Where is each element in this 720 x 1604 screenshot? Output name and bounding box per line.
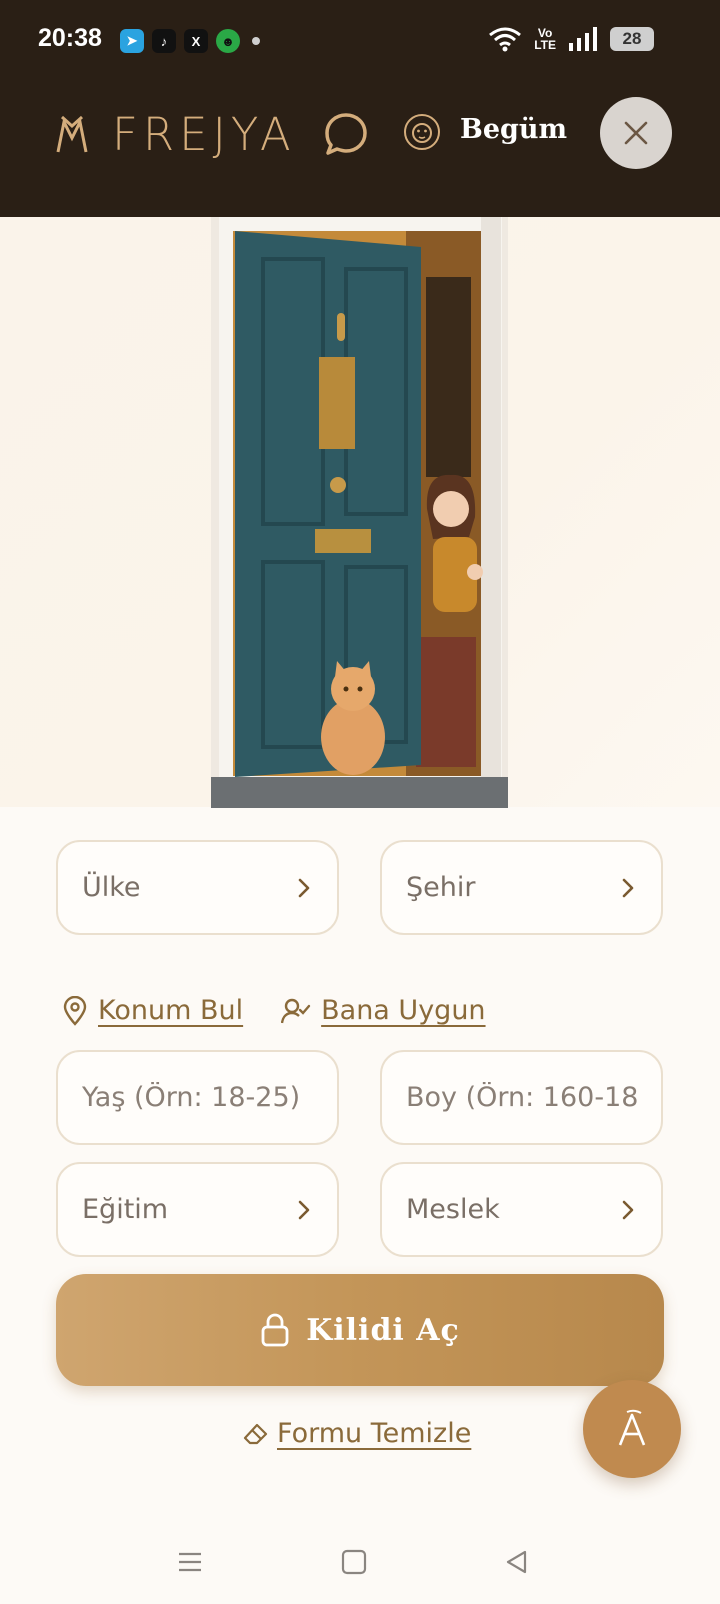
status-indicators: Vo LTE 28 <box>488 26 654 52</box>
nav-back-button[interactable] <box>497 1542 537 1582</box>
find-location-label: Konum Bul <box>98 995 244 1026</box>
suits-me-label: Bana Uygun <box>321 995 486 1026</box>
education-select-label: Eğitim <box>82 1194 169 1225</box>
status-time: 20:38 <box>38 24 102 52</box>
x-icon: X <box>184 29 208 53</box>
chevron-right-icon <box>298 878 310 897</box>
clear-form-link[interactable]: Formu Temizle <box>243 1418 471 1449</box>
back-triangle-icon <box>506 1550 527 1574</box>
user-check-icon <box>281 998 311 1023</box>
language-icon <box>618 1409 646 1446</box>
volte-indicator: Vo LTE <box>534 27 556 51</box>
volte-label-bottom: LTE <box>534 38 556 52</box>
status-app-icons: ➤ ♪ X ☻ <box>120 29 260 53</box>
location-pin-icon <box>63 995 87 1026</box>
brand-logo-icon <box>56 115 88 153</box>
country-select[interactable]: Ülke <box>56 840 339 935</box>
system-nav-bar <box>0 1520 720 1604</box>
country-select-label: Ülke <box>82 872 141 903</box>
hero-section <box>0 217 720 808</box>
user-name[interactable]: Begüm <box>460 114 567 145</box>
status-bar: 20:38 ➤ ♪ X ☻ Vo LTE 28 <box>0 0 720 84</box>
clear-form-label: Formu Temizle <box>277 1418 472 1449</box>
eraser-icon <box>243 1423 268 1444</box>
education-select[interactable]: Eğitim <box>56 1162 339 1257</box>
battery-indicator: 28 <box>610 27 654 51</box>
menu-icon <box>179 1552 201 1572</box>
lock-icon <box>261 1313 289 1347</box>
city-select[interactable]: Şehir <box>380 840 663 935</box>
unlock-button[interactable]: Kilidi Aç <box>56 1274 664 1386</box>
unlock-button-label: Kilidi Aç <box>306 1312 460 1348</box>
city-select-label: Şehir <box>406 872 476 903</box>
profession-select-label: Meslek <box>406 1194 500 1225</box>
translate-fab[interactable] <box>583 1380 681 1478</box>
tiktok-icon: ♪ <box>152 29 176 53</box>
suits-me-link[interactable]: Bana Uygun <box>281 995 486 1026</box>
height-range-input[interactable] <box>406 1082 637 1113</box>
signal-icon <box>569 27 597 51</box>
game-icon: ☻ <box>216 29 240 53</box>
nav-home-button[interactable] <box>334 1542 374 1582</box>
hero-door-illustration <box>211 217 508 808</box>
more-notifications-icon <box>252 37 260 45</box>
brand-name: FREJYA <box>112 108 296 161</box>
wifi-icon <box>489 27 522 52</box>
chevron-right-icon <box>622 878 634 897</box>
chat-icon[interactable] <box>322 110 370 158</box>
age-range-input[interactable] <box>82 1082 313 1113</box>
home-square-icon <box>341 1549 367 1575</box>
close-button[interactable] <box>600 97 672 169</box>
nav-menu-button[interactable] <box>170 1542 210 1582</box>
filter-links-row: Konum Bul Bana Uygun <box>62 995 486 1026</box>
lion-icon <box>404 114 440 150</box>
app-header: FREJYA Begüm <box>0 84 720 217</box>
profession-select[interactable]: Meslek <box>380 1162 663 1257</box>
height-range-field[interactable] <box>380 1050 663 1145</box>
close-icon <box>624 121 648 145</box>
chevron-right-icon <box>622 1200 634 1219</box>
chevron-right-icon <box>298 1200 310 1219</box>
find-location-link[interactable]: Konum Bul <box>62 995 243 1026</box>
telegram-icon: ➤ <box>120 29 144 53</box>
age-range-field[interactable] <box>56 1050 339 1145</box>
